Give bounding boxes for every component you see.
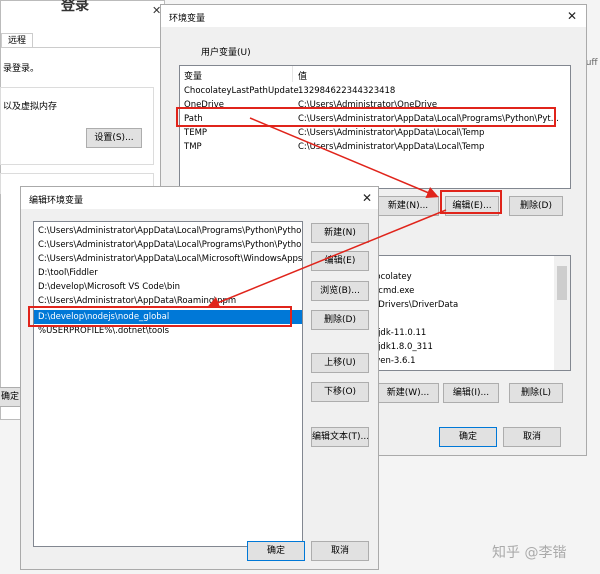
arrow-to-edit <box>249 117 439 199</box>
arrow-to-entry <box>207 209 447 309</box>
watermark: 知乎 @李锴 <box>492 545 567 561</box>
annotation-arrows <box>207 117 447 309</box>
